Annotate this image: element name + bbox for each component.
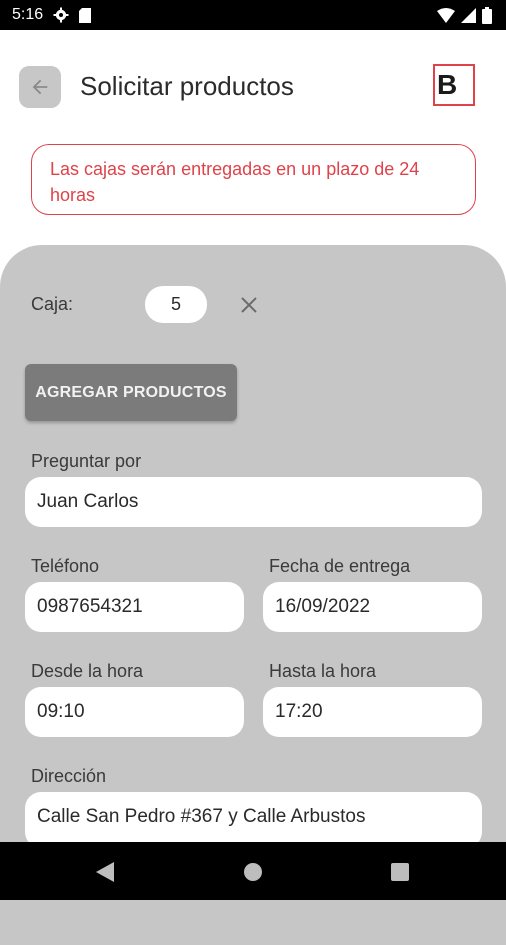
telefono-input[interactable]: 0987654321	[25, 582, 244, 632]
fecha-entrega-label: Fecha de entrega	[269, 556, 411, 576]
telefono-label: Teléfono	[31, 556, 100, 576]
desde-hora-label: Desde la hora	[31, 661, 144, 681]
system-nav-bar	[0, 842, 506, 900]
sd-card-icon	[79, 7, 92, 23]
status-bar: 5:16	[0, 0, 506, 30]
delivery-notice: Las cajas serán entregadas en un plazo d…	[31, 144, 476, 215]
direccion-label: Dirección	[31, 766, 107, 786]
hasta-hora-label: Hasta la hora	[269, 661, 377, 681]
page-title: Solicitar productos	[80, 71, 294, 101]
wifi-icon	[437, 7, 455, 23]
app-bar: Solicitar productos B	[0, 56, 506, 120]
preguntar-por-input[interactable]: Juan Carlos	[25, 477, 482, 527]
logo-text: B	[437, 69, 458, 100]
hasta-hora-input[interactable]: 17:20	[263, 687, 482, 737]
back-triangle-icon[interactable]	[94, 861, 116, 883]
close-icon[interactable]	[238, 294, 260, 316]
fecha-entrega-input[interactable]: 16/09/2022	[263, 582, 482, 632]
desde-hora-input[interactable]: 09:10	[25, 687, 244, 737]
back-button[interactable]	[19, 66, 61, 108]
caja-quantity-field[interactable]: 5	[145, 286, 207, 323]
gear-icon	[53, 7, 69, 23]
preguntar-por-label: Preguntar por	[31, 451, 142, 471]
signal-icon	[461, 7, 476, 23]
add-products-button[interactable]: AGREGAR PRODUCTOS	[25, 364, 237, 421]
brand-logo: B	[433, 64, 475, 106]
arrow-left-icon	[29, 76, 51, 98]
home-circle-icon[interactable]	[242, 861, 264, 883]
direccion-input[interactable]: Calle San Pedro #367 y Calle Arbustos	[25, 792, 482, 848]
caja-label: Caja:	[31, 294, 74, 314]
battery-icon	[482, 6, 492, 24]
status-time: 5:16	[12, 6, 44, 23]
recents-square-icon[interactable]	[389, 861, 411, 883]
